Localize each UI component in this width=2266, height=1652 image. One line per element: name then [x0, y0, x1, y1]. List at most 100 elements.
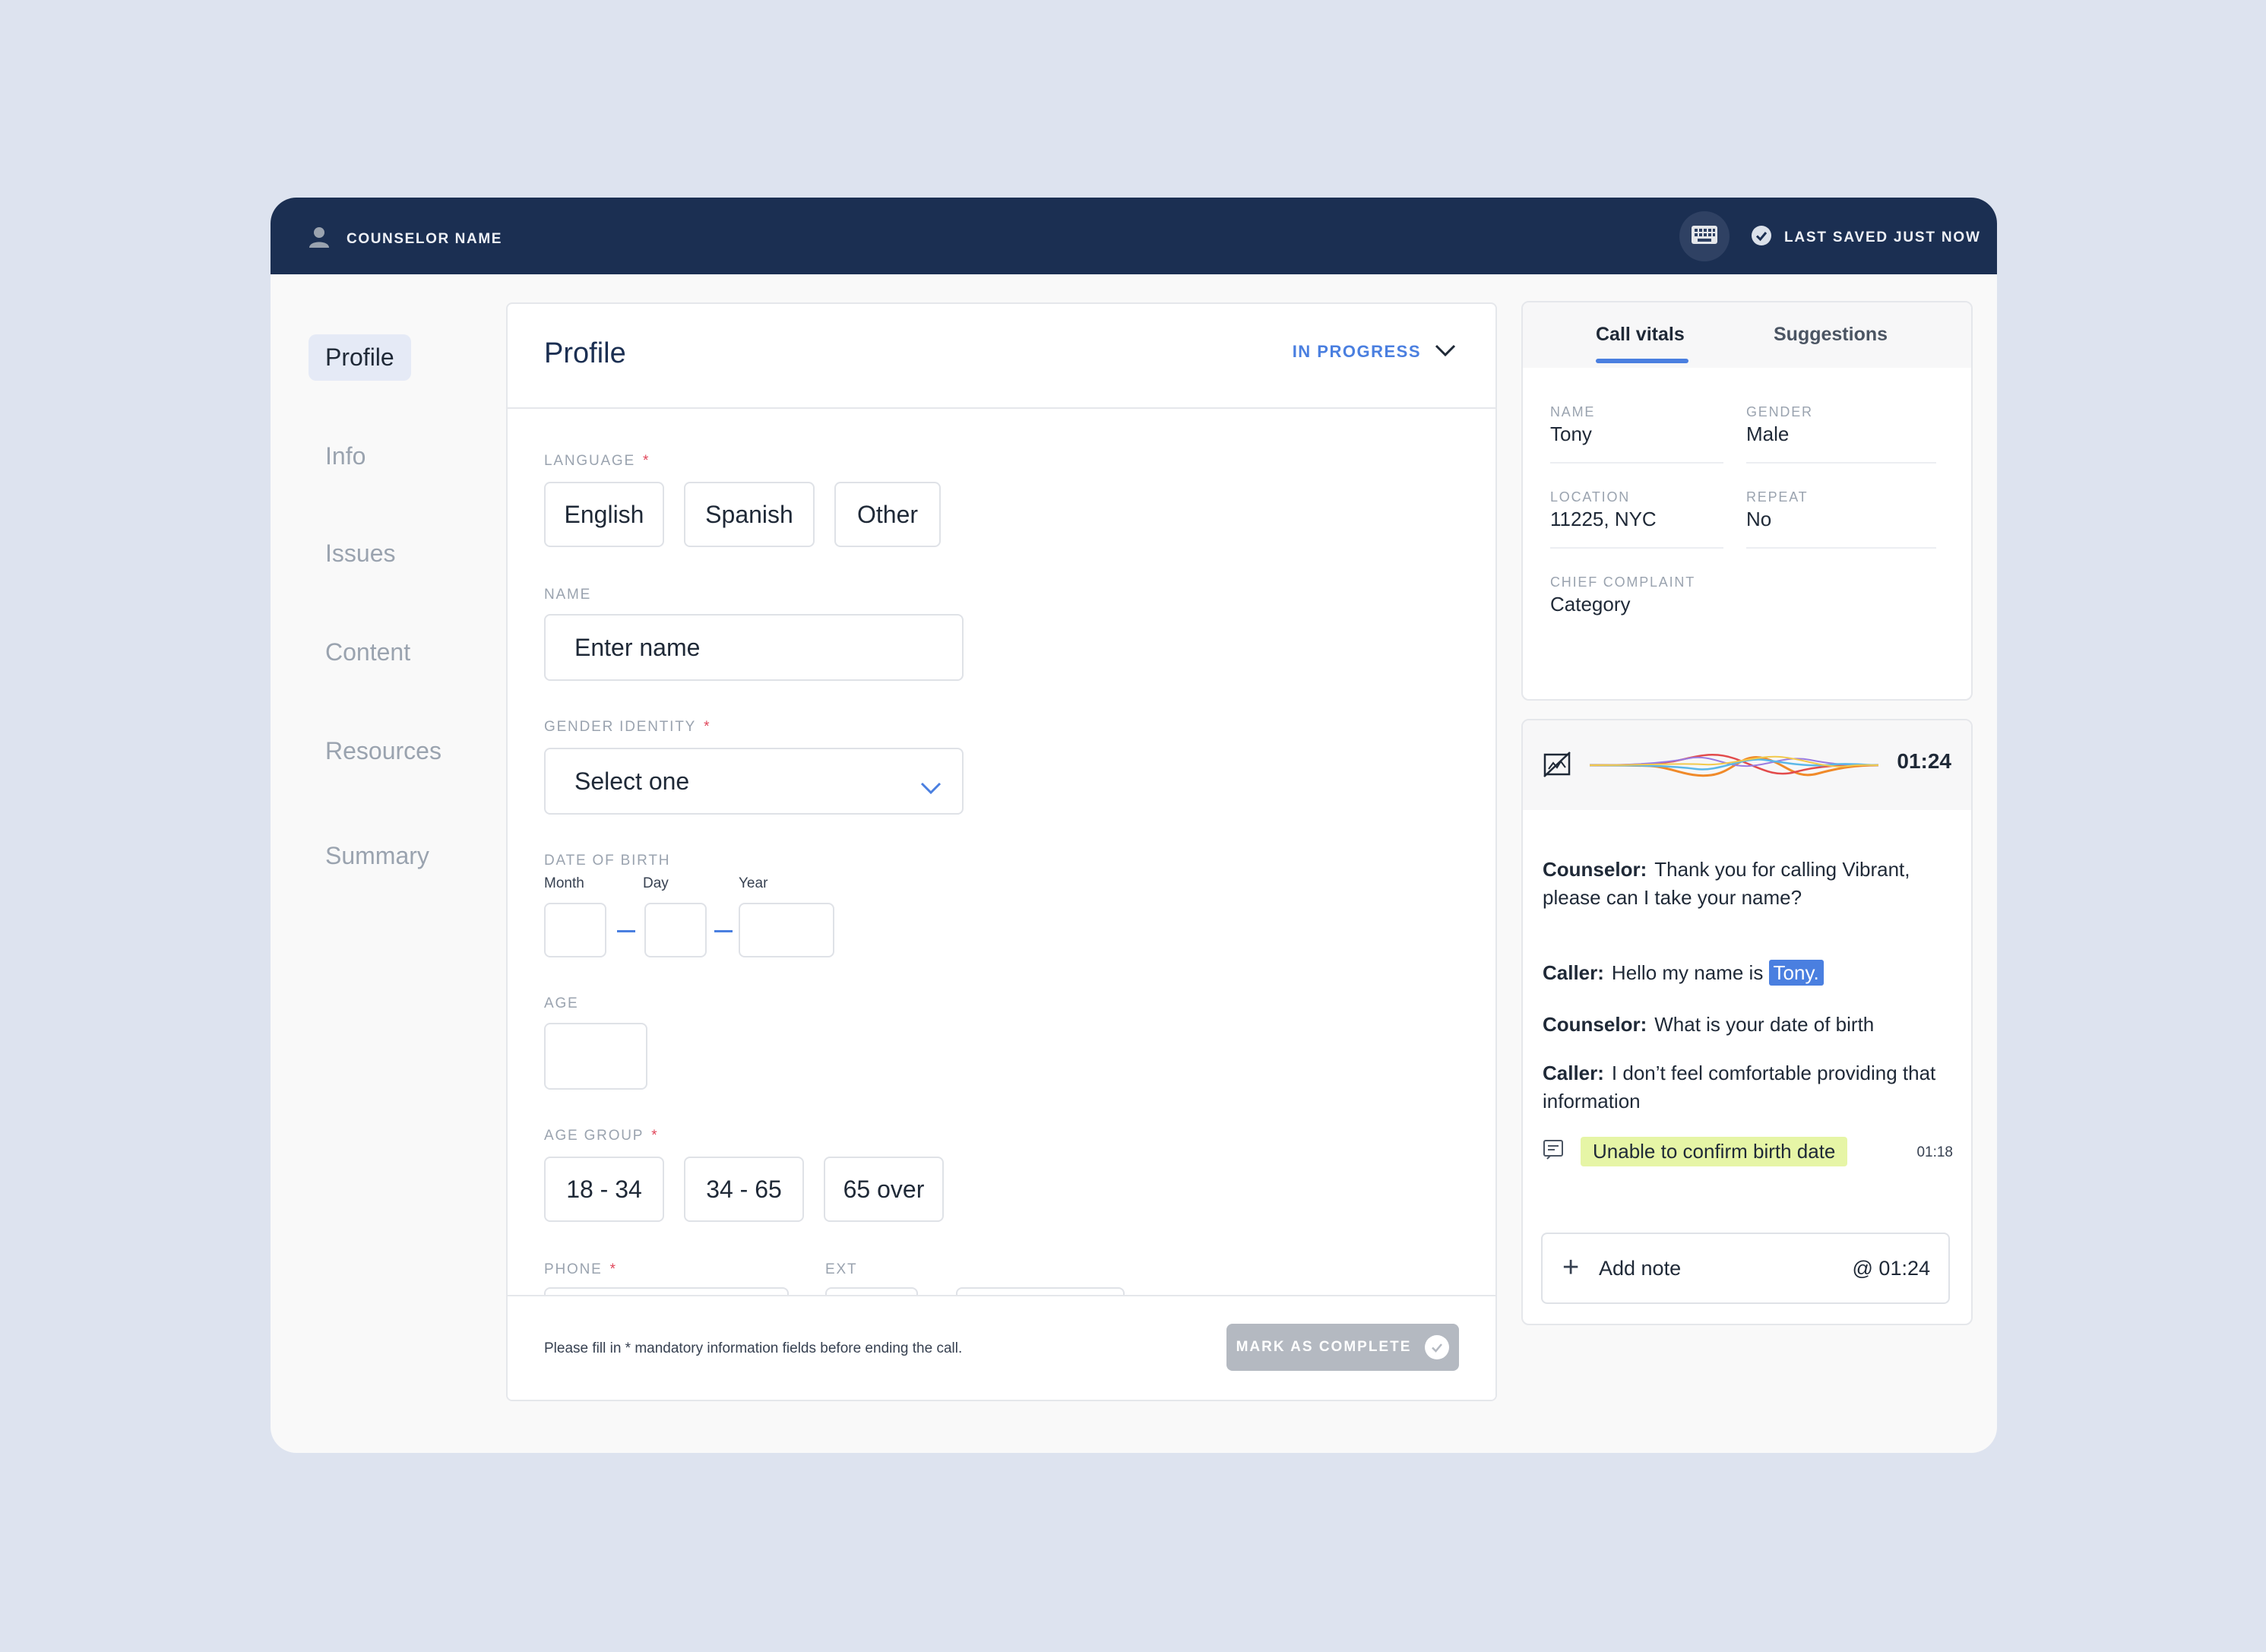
waveform-icon [1589, 736, 1879, 799]
dob-separator [617, 930, 635, 932]
phone-input[interactable] [544, 1287, 789, 1295]
dob-month-label: Month [544, 875, 584, 891]
vital-location-label: LOCATION [1550, 489, 1631, 505]
dob-month-input[interactable] [544, 903, 606, 957]
transcript-panel: 01:24 Counselor: Thank you for calling Vi… [1521, 719, 1973, 1325]
counselor-info[interactable]: COUNSELOR NAME [307, 225, 502, 253]
call-timer: 01:24 [1897, 749, 1951, 773]
keyboard-icon [1691, 225, 1718, 248]
vital-gender-value: Male [1746, 422, 1790, 445]
transcript-message: Caller: Hello my name is Tony. [1543, 959, 1938, 987]
user-icon [307, 225, 331, 253]
add-note-button[interactable]: + Add note @ 01:24 [1541, 1233, 1950, 1304]
plus-icon: + [1562, 1252, 1580, 1283]
dob-day-input[interactable] [644, 903, 707, 957]
panel-footer: Please fill in * mandatory information f… [508, 1295, 1495, 1400]
vital-complaint-value: Category [1550, 593, 1631, 616]
vital-divider [1746, 547, 1936, 549]
transcript-message: Counselor: Thank you for calling Vibrant,… [1543, 856, 1938, 912]
chevron-down-icon [919, 774, 942, 802]
speaker-label: Caller: [1543, 1062, 1604, 1084]
dob-label: DATE OF BIRTH [544, 853, 671, 869]
language-label: LANGUAGE * [544, 453, 650, 469]
ext-label: EXT [825, 1261, 858, 1277]
keyboard-button[interactable] [1679, 211, 1730, 261]
note-icon [1543, 1139, 1564, 1164]
language-option-spanish[interactable]: Spanish [684, 482, 815, 547]
name-input[interactable]: Enter name [544, 614, 964, 681]
add-note-timestamp: @ 01:24 [1852, 1257, 1930, 1280]
vital-location-value: 11225, NYC [1550, 508, 1657, 530]
nav-item-content[interactable]: Content [309, 629, 427, 676]
profile-panel: Profile IN PROGRESS LANGUAGE * English Sp… [506, 302, 1497, 1401]
vital-name-label: NAME [1550, 404, 1596, 419]
age-group-label: AGE GROUP * [544, 1128, 659, 1144]
name-label: NAME [544, 587, 592, 603]
age-label: AGE [544, 995, 579, 1011]
vital-repeat-value: No [1746, 508, 1772, 530]
ext-input[interactable] [825, 1287, 918, 1295]
call-vitals-panel: Call vitals Suggestions NAME Tony GENDER… [1521, 301, 1973, 701]
highlighted-name[interactable]: Tony. [1768, 960, 1824, 986]
gender-select[interactable]: Select one [544, 748, 964, 815]
check-icon [1425, 1335, 1450, 1359]
vital-divider [1550, 462, 1723, 464]
call-audio-header: 01:24 [1523, 720, 1971, 810]
language-option-other[interactable]: Other [834, 482, 941, 547]
dob-separator [714, 930, 733, 932]
tab-call-vitals[interactable]: Call vitals [1596, 324, 1685, 346]
counselor-name: COUNSELOR NAME [347, 230, 503, 247]
nav-item-resources[interactable]: Resources [309, 728, 458, 774]
language-option-english[interactable]: English [544, 482, 664, 547]
age-group-option-34-65[interactable]: 34 - 65 [684, 1157, 804, 1222]
vital-name-value: Tony [1550, 422, 1592, 445]
speaker-label: Counselor: [1543, 1013, 1647, 1036]
mandatory-note: Please fill in * mandatory information f… [544, 1340, 963, 1356]
transcript-message: Caller: I don’t feel comfortable providin… [1543, 1059, 1938, 1116]
age-group-option-18-34[interactable]: 18 - 34 [544, 1157, 664, 1222]
dob-year-input[interactable] [739, 903, 834, 957]
vital-repeat-label: REPEAT [1746, 489, 1809, 505]
flagged-note[interactable]: Unable to confirm birth date [1543, 1137, 1848, 1166]
message-text: Hello my name is [1611, 961, 1769, 984]
vital-divider [1550, 547, 1723, 549]
message-text: What is your date of birth [1654, 1013, 1875, 1036]
required-mark: * [643, 453, 650, 469]
panel-title: Profile [544, 337, 626, 369]
add-note-label: Add note [1599, 1257, 1682, 1280]
nav-item-issues[interactable]: Issues [309, 530, 412, 577]
vitals-tabs: Call vitals Suggestions [1523, 302, 1971, 368]
mark-complete-label: MARK AS COMPLETE [1236, 1339, 1412, 1355]
vital-gender-label: GENDER [1746, 404, 1813, 419]
top-bar: COUNSELOR NAME LAST SAVED JUST NOW [271, 198, 1997, 274]
profile-form[interactable]: LANGUAGE * English Spanish Other NAME Ent… [508, 409, 1495, 1295]
status-label: IN PROGRESS [1292, 342, 1421, 361]
phone-label: PHONE * [544, 1261, 617, 1277]
no-video-icon[interactable] [1543, 751, 1571, 782]
active-tab-indicator [1596, 359, 1688, 363]
nav-item-info[interactable]: Info [309, 433, 382, 479]
save-status: LAST SAVED JUST NOW [1751, 225, 1981, 250]
chevron-down-icon [1421, 343, 1456, 361]
flagged-note-time: 01:18 [1916, 1144, 1953, 1160]
vital-divider [1746, 462, 1936, 464]
mark-complete-button[interactable]: MARK AS COMPLETE [1226, 1324, 1459, 1371]
app-window: COUNSELOR NAME LAST SAVED JUST NOW Profi… [271, 198, 1997, 1453]
phone-extra-input[interactable] [956, 1287, 1125, 1295]
gender-select-value: Select one [574, 767, 690, 795]
last-saved-text: LAST SAVED JUST NOW [1784, 229, 1981, 245]
age-input[interactable] [544, 1023, 647, 1090]
required-mark: * [609, 1261, 617, 1277]
required-mark: * [704, 719, 711, 735]
vital-complaint-label: CHIEF COMPLAINT [1550, 574, 1696, 590]
required-mark: * [651, 1128, 659, 1144]
nav-item-summary[interactable]: Summary [309, 833, 446, 879]
speaker-label: Counselor: [1543, 858, 1647, 881]
status-dropdown[interactable]: IN PROGRESS [1293, 342, 1456, 362]
tab-suggestions[interactable]: Suggestions [1774, 324, 1888, 346]
nav-item-profile[interactable]: Profile [309, 334, 411, 381]
gender-label: GENDER IDENTITY * [544, 719, 711, 735]
dob-year-label: Year [739, 875, 768, 891]
age-group-option-65-over[interactable]: 65 over [824, 1157, 944, 1222]
transcript-message: Counselor: What is your date of birth [1543, 1011, 1938, 1039]
